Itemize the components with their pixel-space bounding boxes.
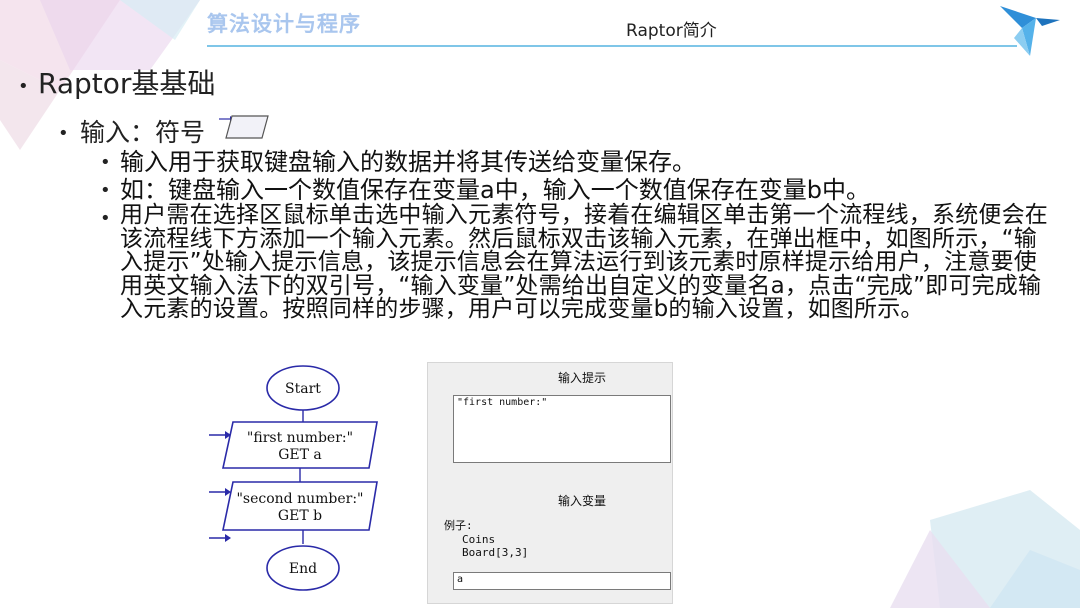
instruction-paragraph: 用户需在选择区鼠标单击选中输入元素符号，接着在编辑区单击第一个流程线，系统便会在…	[120, 202, 1048, 322]
course-title: 算法设计与程序	[207, 12, 361, 36]
list-item: 如：键盘输入一个数值保存在变量a中，输入一个数值保存在变量b中。	[120, 176, 870, 204]
level1-heading: Raptor基基础	[38, 67, 216, 100]
prompt-title: 输入提示	[558, 371, 607, 385]
input-dialog: 输入提示 "first number:" 输入变量 例子: Coins Boar…	[427, 362, 673, 604]
input1-get: GET a	[278, 447, 322, 463]
input2-prompt: "second number:"	[236, 491, 363, 507]
decorative-bottom-right-shapes	[890, 490, 1080, 608]
prompt-textbox[interactable]: "first number:"	[453, 395, 671, 463]
variable-textbox[interactable]: a	[453, 572, 671, 590]
bullet-dot: •	[100, 208, 111, 229]
list-item: 输入用于获取键盘输入的数据并将其传送给变量保存。	[120, 148, 696, 176]
end-label: End	[289, 561, 317, 577]
bullet-dot: •	[58, 123, 69, 144]
bullet-dot: •	[100, 180, 111, 201]
input2-get: GET b	[278, 508, 322, 524]
start-label: Start	[285, 381, 321, 397]
example-label: 例子:	[444, 519, 473, 532]
bullet-dot: •	[18, 76, 29, 97]
input1-prompt: "first number:"	[247, 430, 353, 446]
variable-title: 输入变量	[558, 494, 607, 508]
header-divider	[207, 45, 1017, 47]
example-item: Board[3,3]	[462, 546, 529, 559]
input-symbol-icon	[219, 115, 269, 139]
example-item: Coins	[462, 533, 496, 546]
bullet-dot: •	[100, 152, 111, 173]
raptor-flowchart: Start "first number:" GET a "second numb…	[209, 365, 378, 591]
bird-logo-icon	[1000, 6, 1060, 56]
level2-heading: 输入：符号	[80, 118, 206, 147]
slide-subtitle: Raptor简介	[626, 21, 717, 41]
